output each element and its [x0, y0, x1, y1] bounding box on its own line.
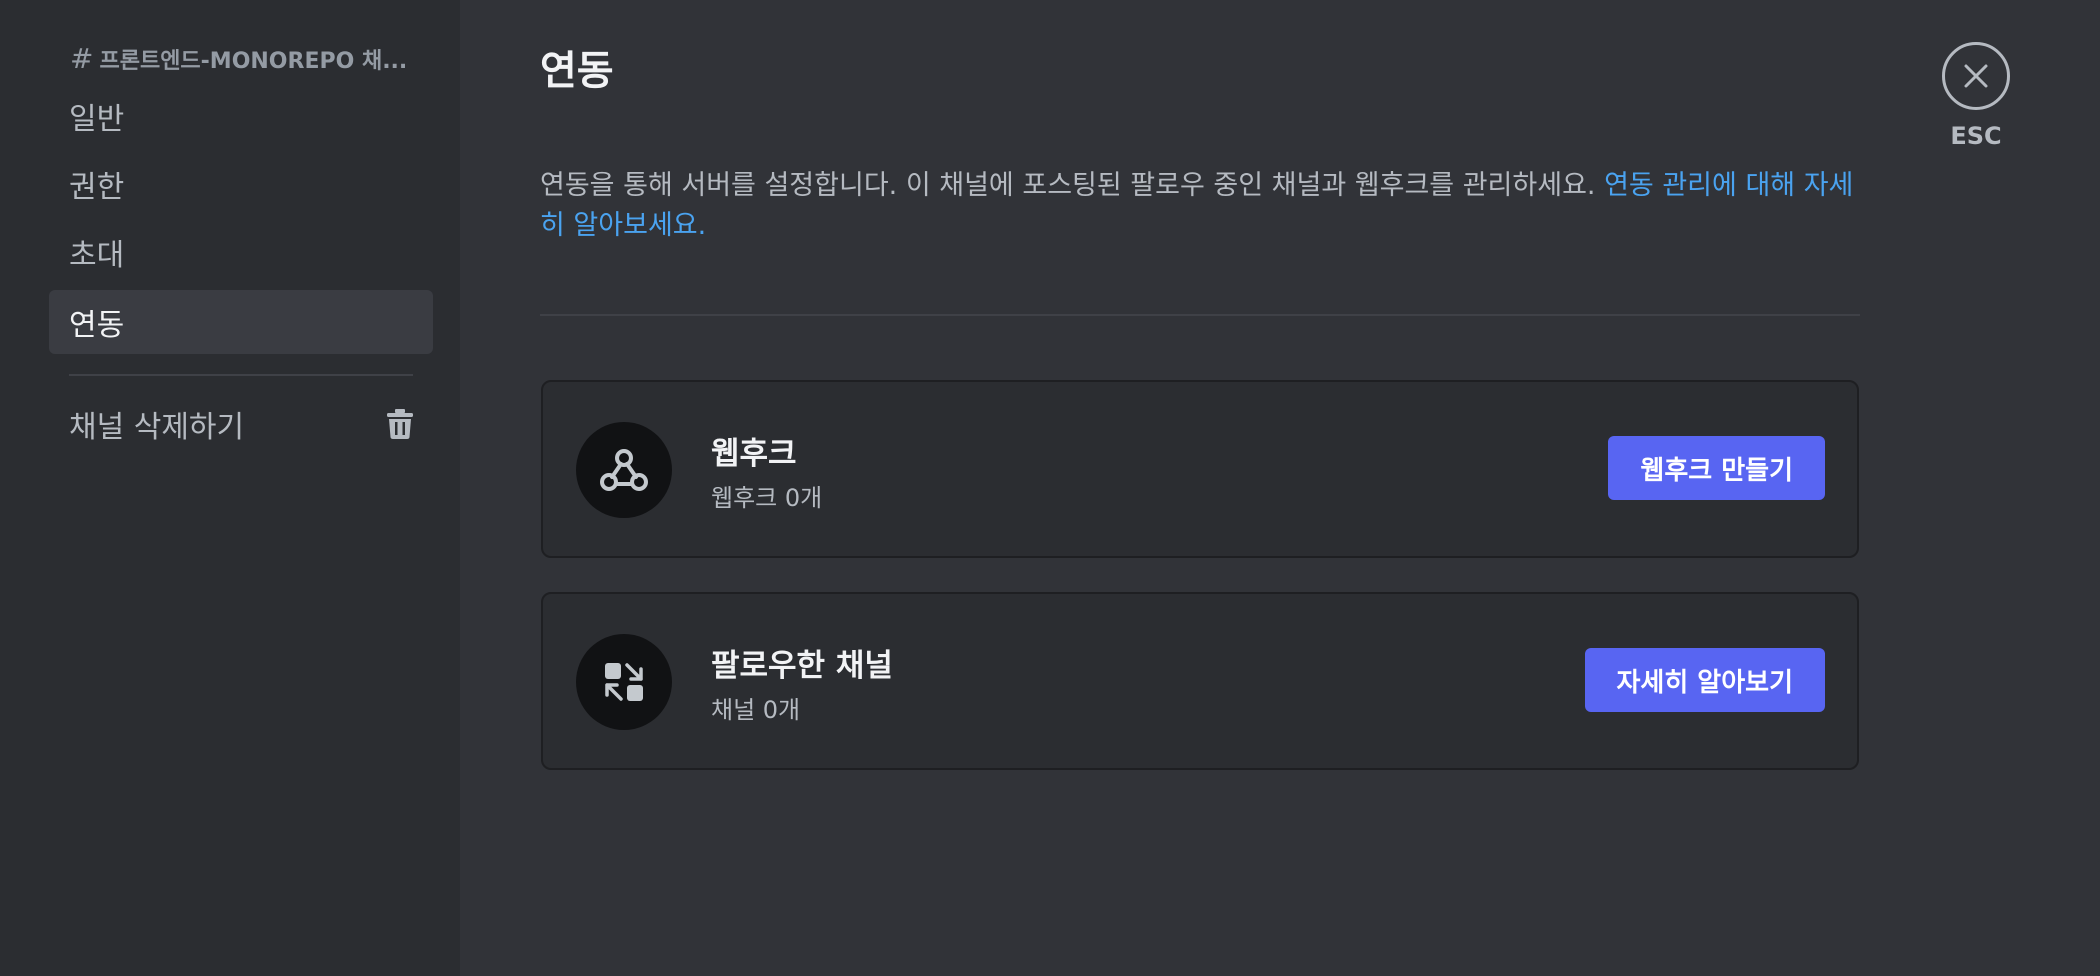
close-button[interactable] — [1942, 42, 2010, 110]
webhooks-title: 웹후크 — [711, 436, 797, 472]
sidebar-item-permissions[interactable]: 권한 — [49, 152, 433, 216]
trash-icon — [387, 409, 413, 439]
sidebar-item-label: 연동 — [69, 308, 125, 343]
content-divider — [540, 314, 1860, 316]
sidebar-item-invites[interactable]: 초대 — [49, 220, 433, 284]
close-icon — [1964, 64, 1988, 88]
sidebar-item-integrations[interactable]: 연동 — [49, 290, 433, 354]
followed-channels-title: 팔로우한 채널 — [711, 648, 893, 684]
learn-more-button[interactable]: 자세히 알아보기 — [1584, 648, 1825, 712]
webhooks-card: 웹후크 웹후크 0개 웹후크 만들기 — [541, 380, 1859, 558]
esc-label: ESC — [1950, 122, 2002, 150]
channel-name: 프론트엔드-MONOREPO 채... — [99, 48, 408, 74]
followed-channel-icon — [576, 634, 672, 730]
description-text: 연동을 통해 서버를 설정합니다. 이 채널에 포스팅된 팔로우 중인 채널과 … — [540, 170, 1605, 201]
webhook-icon — [576, 422, 672, 518]
page-description: 연동을 통해 서버를 설정합니다. 이 채널에 포스팅된 팔로우 중인 채널과 … — [540, 166, 1860, 246]
followed-channels-card: 팔로우한 채널 채널 0개 자세히 알아보기 — [541, 592, 1859, 770]
page-title: 연동 — [540, 48, 614, 94]
delete-channel-button[interactable]: 채널 삭제하기 — [49, 392, 433, 456]
settings-sidebar: # 프론트엔드-MONOREPO 채... 일반 권한 초대 연동 채널 삭제하… — [0, 0, 460, 976]
sidebar-item-label: 일반 — [69, 102, 125, 137]
webhooks-count: 웹후크 0개 — [711, 484, 823, 512]
create-webhook-button[interactable]: 웹후크 만들기 — [1608, 436, 1825, 500]
sidebar-divider — [69, 374, 413, 376]
followed-channels-count: 채널 0개 — [711, 696, 801, 724]
sidebar-item-label: 초대 — [69, 238, 125, 273]
sidebar-item-label: 권한 — [69, 170, 125, 205]
channel-name-header: # 프론트엔드-MONOREPO 채... — [70, 42, 410, 75]
hash-icon: # — [70, 42, 94, 75]
delete-channel-label: 채널 삭제하기 — [69, 410, 245, 445]
close-area: ESC — [1940, 42, 2012, 150]
sidebar-item-overview[interactable]: 일반 — [49, 84, 433, 148]
settings-page: # 프론트엔드-MONOREPO 채... 일반 권한 초대 연동 채널 삭제하… — [0, 0, 2100, 976]
